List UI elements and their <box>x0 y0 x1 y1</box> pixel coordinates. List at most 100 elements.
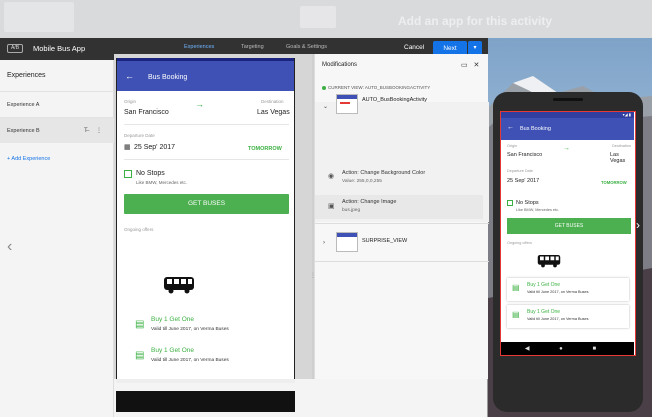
view-thumbnail <box>336 94 358 114</box>
origin-value[interactable]: San Francisco <box>124 109 169 116</box>
sidebar-item-experience-a[interactable]: Experience A <box>0 91 114 117</box>
building-icon: ▤ <box>512 310 520 319</box>
divider <box>315 223 489 224</box>
text-format-icon[interactable]: T̶ <box>84 128 88 134</box>
cancel-button[interactable]: Cancel <box>404 44 424 51</box>
building-icon: ▤ <box>135 319 145 330</box>
tomorrow-button[interactable]: TOMORROW <box>248 146 282 152</box>
divider <box>124 159 289 160</box>
arrow-right-icon: → <box>195 99 204 109</box>
chevron-left-icon[interactable]: ‹ <box>7 238 12 256</box>
view-name[interactable]: SURPRISE_VIEW <box>362 238 407 244</box>
offer-subtitle: Valid till June 2017, on Verma Buses <box>151 327 229 332</box>
app-preview[interactable]: ← Bus Booking Origin San Francisco → Des… <box>116 58 295 379</box>
experiences-sidebar: Experiences Experience A Experience B T̶… <box>0 60 114 417</box>
offers-label: Ongoing offers <box>507 241 532 245</box>
device-screen[interactable]: ▾◢ ▮ ← Bus Booking Origin San Francisco … <box>500 111 636 356</box>
offers-label: Ongoing offers <box>124 227 154 232</box>
background-title: Add an app for this activity <box>398 14 553 28</box>
no-stops-checkbox[interactable] <box>507 200 513 206</box>
device-header-title: Bus Booking <box>520 126 551 132</box>
no-stops-subtitle: Like BMW, Mercedes etc. <box>516 208 560 212</box>
destination-label: Destination <box>612 144 631 148</box>
paint-bucket-icon: ◉ <box>328 173 335 180</box>
app-header-title: Bus Booking <box>148 74 188 81</box>
window-icon[interactable]: ▭ <box>461 62 468 69</box>
departure-label: Departure Date <box>124 133 155 138</box>
ab-badge: A/B <box>7 44 23 53</box>
destination-label: Destination <box>261 99 284 104</box>
offer-subtitle: Valid till June 2017, on Verma Buses <box>151 358 229 363</box>
sidebar-title: Experiences <box>7 72 46 79</box>
chevron-down-icon[interactable]: ⌄ <box>323 103 328 110</box>
divider <box>315 261 489 262</box>
tab-goals-settings[interactable]: Goals & Settings <box>286 44 327 50</box>
arrow-right-icon: → <box>563 145 570 152</box>
device-speaker <box>553 98 583 101</box>
chevron-right-icon[interactable]: › <box>636 218 640 232</box>
bus-icon <box>164 277 194 294</box>
more-vertical-icon[interactable]: ⋮ <box>96 128 102 134</box>
offer-card[interactable]: ▤ Buy 1 Get One Valid till June 2017, on… <box>132 315 287 339</box>
offer-card[interactable]: ▤ Buy 1 Get One Valid till June 2017, on… <box>132 346 287 370</box>
back-arrow-icon[interactable]: ← <box>125 71 134 81</box>
offer-title: Buy 1 Get One <box>151 347 194 354</box>
view-name: AUTO_BusBookingActivity <box>362 97 428 103</box>
device-app-header: ← Bus Booking <box>501 118 634 140</box>
status-dot <box>322 86 326 90</box>
action-value: bus.jpeg <box>342 208 361 213</box>
android-nav-bar[interactable]: ◀ ● ■ <box>501 342 634 355</box>
offer-subtitle: Valid till June 2017, on Verma Buses <box>527 317 589 321</box>
origin-value[interactable]: San Francisco <box>507 152 542 158</box>
calendar-icon: ▦ <box>124 144 131 151</box>
app-title: Mobile Bus App <box>33 44 86 53</box>
add-experience-link[interactable]: + Add Experience <box>7 156 50 162</box>
current-view-label: CURRENT VIEW: AUTO_BUSBOOKINGACTIVITY <box>328 85 431 90</box>
departure-value[interactable]: 25 Sep' 2017 <box>507 178 539 184</box>
destination-value[interactable]: Las Vegas <box>257 109 290 116</box>
tab-targeting[interactable]: Targeting <box>241 44 264 50</box>
destination-value[interactable]: Las Vegas <box>610 152 635 164</box>
image-icon: ▣ <box>328 203 335 210</box>
experience-b-actions: T̶ ⋮ <box>84 127 102 134</box>
action-label[interactable]: Action: Change Background Color <box>342 170 425 176</box>
background-ghost-block <box>4 2 74 32</box>
action-row-selected[interactable] <box>315 195 483 219</box>
origin-label: Origin <box>124 99 137 104</box>
modifications-panel: Modifications ▭ ✕ CURRENT VIEW: AUTO_BUS… <box>314 54 489 379</box>
get-buses-button[interactable]: GET BUSES <box>507 218 631 234</box>
get-buses-button[interactable]: GET BUSES <box>124 194 289 214</box>
bus-icon <box>537 255 561 268</box>
no-stops-label: No Stops <box>516 200 539 206</box>
offer-card[interactable]: ▤ Buy 1 Get One Valid till June 2017, on… <box>507 278 629 301</box>
preview-bottom-bar <box>116 391 295 412</box>
no-stops-label: No Stops <box>136 170 165 177</box>
offer-title: Buy 1 Get One <box>527 309 561 315</box>
app-header: ← Bus Booking <box>117 58 294 91</box>
no-stops-checkbox[interactable] <box>124 170 132 178</box>
origin-label: Origin <box>507 144 518 148</box>
offer-title: Buy 1 Get One <box>151 316 194 323</box>
tomorrow-button[interactable]: TOMORROW <box>601 180 627 185</box>
offer-title: Buy 1 Get One <box>527 282 561 288</box>
tab-experiences[interactable]: Experiences <box>184 44 214 50</box>
view-thumbnail <box>336 232 358 252</box>
departure-label: Departure Date <box>507 169 533 173</box>
back-arrow-icon[interactable]: ← <box>507 124 514 131</box>
action-label[interactable]: Action: Change Image <box>342 199 396 205</box>
panel-controls: ▭ ✕ <box>461 61 479 69</box>
preview-footer <box>116 379 295 383</box>
modifications-title: Modifications <box>322 62 358 68</box>
building-icon: ▤ <box>135 350 145 361</box>
close-icon[interactable]: ✕ <box>473 62 479 69</box>
no-stops-subtitle: Like BMW, Mercedes etc. <box>136 180 188 185</box>
divider <box>124 124 289 125</box>
offer-subtitle: Valid till June 2017, on Verma Buses <box>527 290 589 294</box>
background-app-bar <box>0 0 652 38</box>
departure-value[interactable]: 25 Sep' 2017 <box>134 144 175 151</box>
background-ghost-block <box>300 6 336 28</box>
building-icon: ▤ <box>512 283 520 292</box>
offer-card[interactable]: ▤ Buy 1 Get One Valid till June 2017, on… <box>507 305 629 328</box>
chevron-right-icon[interactable]: › <box>323 240 325 246</box>
action-value: Value: 255,0,0,255 <box>342 179 382 184</box>
